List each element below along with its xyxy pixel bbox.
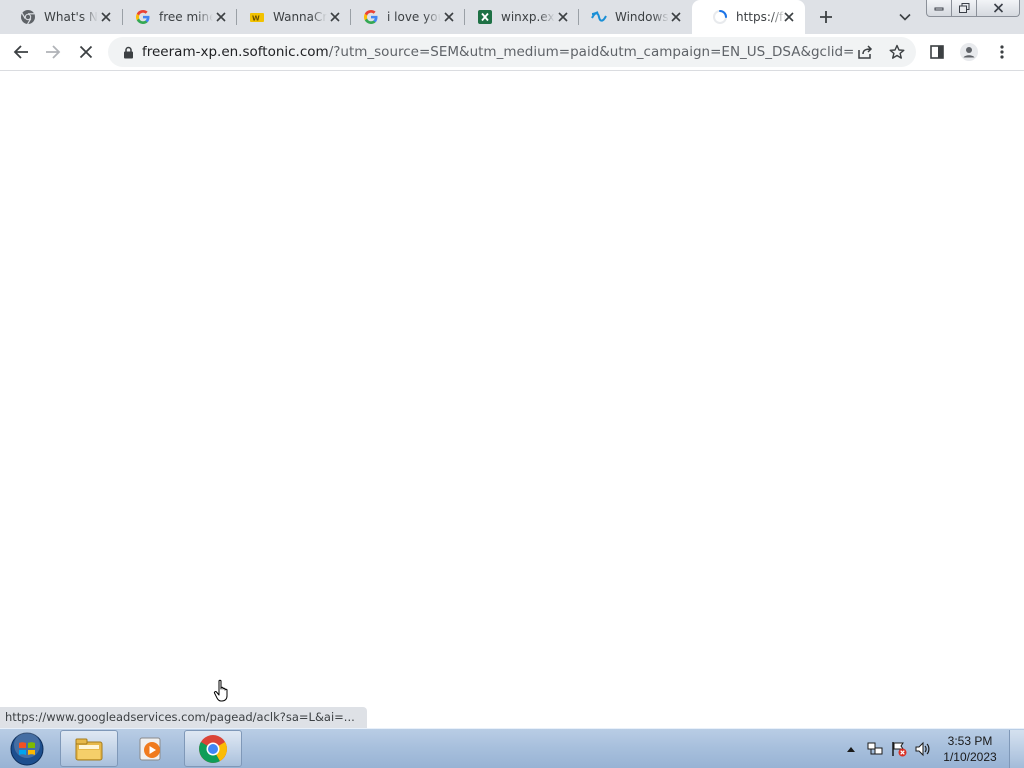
- window-controls: [926, 0, 1020, 18]
- address-bar[interactable]: freeram-xp.en.softonic.com/?utm_source=S…: [108, 37, 916, 67]
- tab-close-icon[interactable]: [213, 9, 229, 25]
- side-panel-button[interactable]: [924, 39, 950, 65]
- show-hidden-icons-button[interactable]: [842, 740, 860, 758]
- loading-spinner-icon: [712, 9, 728, 25]
- svg-text:W: W: [252, 15, 260, 23]
- taskbar-chrome-button[interactable]: [184, 730, 242, 767]
- chevron-down-icon: [899, 13, 911, 21]
- windows-site-icon: [591, 9, 607, 25]
- profile-button[interactable]: [956, 39, 982, 65]
- stop-icon: [79, 45, 93, 59]
- side-panel-icon: [930, 45, 944, 59]
- tab-close-icon[interactable]: [781, 9, 797, 25]
- tab-winxp-exe[interactable]: winxp.exe: [457, 0, 579, 34]
- windows-taskbar: 3:53 PM 1/10/2023: [0, 728, 1024, 768]
- tab-title: Windows: [615, 10, 669, 24]
- windows-orb-icon: [10, 732, 44, 766]
- tab-title: What's N: [44, 10, 98, 24]
- clock-time: 3:53 PM: [947, 734, 993, 748]
- new-tab-button[interactable]: [814, 5, 838, 29]
- stop-loading-button[interactable]: [73, 39, 99, 65]
- url-path: /?utm_source=SEM&utm_medium=paid&utm_cam…: [328, 44, 854, 60]
- system-tray: 3:53 PM 1/10/2023: [839, 729, 1024, 768]
- google-icon: [135, 9, 151, 25]
- menu-button[interactable]: [989, 39, 1015, 65]
- hand-cursor-icon: [213, 679, 228, 702]
- tab-title: https://fr: [736, 10, 786, 24]
- tab-close-icon[interactable]: [555, 9, 571, 25]
- kebab-menu-icon: [1000, 45, 1004, 59]
- share-icon[interactable]: [855, 42, 875, 62]
- google-icon: [363, 9, 379, 25]
- tab-title: free mine: [159, 10, 213, 24]
- network-icon[interactable]: [866, 740, 884, 758]
- browser-toolbar: freeram-xp.en.softonic.com/?utm_source=S…: [0, 34, 1024, 71]
- tab-close-icon[interactable]: [327, 9, 343, 25]
- plus-icon: [820, 11, 832, 23]
- tab-windows[interactable]: Windows: [571, 0, 692, 34]
- back-button[interactable]: [8, 39, 34, 65]
- close-icon: [993, 3, 1003, 13]
- tab-title: WannaCr: [273, 10, 327, 24]
- bookmark-star-icon[interactable]: [887, 42, 907, 62]
- tab-close-icon[interactable]: [98, 9, 114, 25]
- clock-date: 1/10/2023: [943, 750, 997, 764]
- tab-active-loading[interactable]: https://fr: [692, 0, 805, 34]
- chrome-icon: [20, 9, 36, 25]
- tab-wannacry[interactable]: W WannaCr: [229, 0, 351, 34]
- restore-button[interactable]: [952, 0, 977, 17]
- chrome-icon: [199, 734, 227, 763]
- tab-whats-new[interactable]: What's N: [0, 0, 122, 34]
- url-text[interactable]: freeram-xp.en.softonic.com/?utm_source=S…: [142, 44, 854, 60]
- forward-button[interactable]: [40, 39, 66, 65]
- forward-arrow-icon: [46, 45, 61, 59]
- avatar-icon: [960, 43, 978, 61]
- action-center-flag-icon[interactable]: [890, 740, 908, 758]
- taskbar-clock[interactable]: 3:53 PM 1/10/2023: [935, 733, 1005, 765]
- media-player-icon: [139, 737, 161, 760]
- tab-title: winxp.exe: [501, 10, 555, 24]
- tab-close-icon[interactable]: [668, 9, 684, 25]
- minimize-icon: [934, 7, 944, 11]
- chevron-up-icon: [847, 747, 855, 752]
- tab-strip: What's N free mine W WannaCr i love you: [0, 0, 1024, 34]
- tab-free-mine[interactable]: free mine: [115, 0, 237, 34]
- tab-close-icon[interactable]: [441, 9, 457, 25]
- minimize-button[interactable]: [926, 0, 952, 17]
- folder-icon: [75, 738, 103, 760]
- status-bubble: https://www.googleadservices.com/pagead/…: [0, 707, 367, 728]
- show-desktop-button[interactable]: [1009, 729, 1024, 768]
- start-button[interactable]: [5, 730, 49, 768]
- restore-icon: [958, 3, 969, 13]
- back-arrow-icon: [13, 45, 28, 59]
- page-content[interactable]: [0, 71, 1024, 728]
- url-host: freeram-xp.en.softonic.com: [142, 44, 329, 60]
- tab-title: i love you: [387, 10, 441, 24]
- taskbar-explorer-button[interactable]: [60, 730, 118, 767]
- close-window-button[interactable]: [977, 0, 1020, 17]
- tab-search-button[interactable]: [893, 5, 917, 29]
- volume-icon[interactable]: [914, 740, 932, 758]
- wannacry-icon: W: [249, 9, 265, 25]
- tab-i-love-you[interactable]: i love you: [343, 0, 465, 34]
- taskbar-media-player-button[interactable]: [122, 730, 180, 767]
- excel-icon: [477, 9, 493, 25]
- lock-icon[interactable]: [120, 44, 136, 60]
